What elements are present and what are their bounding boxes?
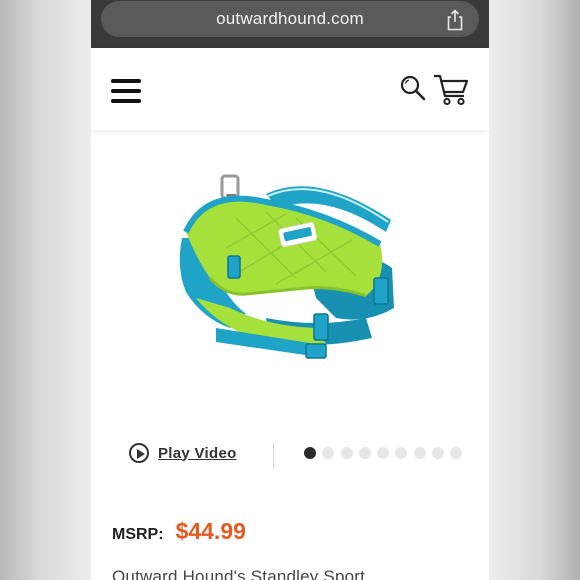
hamburger-menu-icon[interactable] xyxy=(111,79,141,103)
browser-chrome: outwardhound.com xyxy=(91,0,489,48)
carousel-dot-5[interactable] xyxy=(377,447,390,459)
carousel-dot-8[interactable] xyxy=(432,447,445,459)
media-controls: Play Video xyxy=(91,436,489,476)
cart-icon[interactable] xyxy=(433,72,469,106)
search-icon[interactable] xyxy=(399,74,427,102)
site-header xyxy=(91,48,489,130)
carousel-dot-9[interactable] xyxy=(450,447,463,459)
carousel-dots xyxy=(304,447,469,459)
price-row: MSRP: $44.99 xyxy=(112,518,246,545)
play-video-label: Play Video xyxy=(158,444,237,462)
address-bar[interactable]: outwardhound.com xyxy=(101,1,479,37)
share-icon[interactable] xyxy=(445,9,465,31)
divider xyxy=(273,442,274,468)
play-icon xyxy=(129,443,149,463)
play-video-button[interactable]: Play Video xyxy=(129,443,237,463)
carousel-dot-3[interactable] xyxy=(340,447,353,459)
carousel-dot-7[interactable] xyxy=(413,447,426,459)
carousel-dot-1[interactable] xyxy=(304,447,316,459)
product-image[interactable] xyxy=(166,168,406,368)
carousel-dot-4[interactable] xyxy=(358,447,371,459)
price: $44.99 xyxy=(175,518,246,544)
carousel-dot-2[interactable] xyxy=(322,447,335,459)
msrp-label: MSRP: xyxy=(112,526,164,543)
product-title: Outward Hound's Standley Sport xyxy=(112,567,366,580)
phone-screen: outwardhound.com Play Video MSRP: $44.99… xyxy=(91,0,489,580)
carousel-dot-6[interactable] xyxy=(395,447,408,459)
url-text: outwardhound.com xyxy=(216,9,364,28)
